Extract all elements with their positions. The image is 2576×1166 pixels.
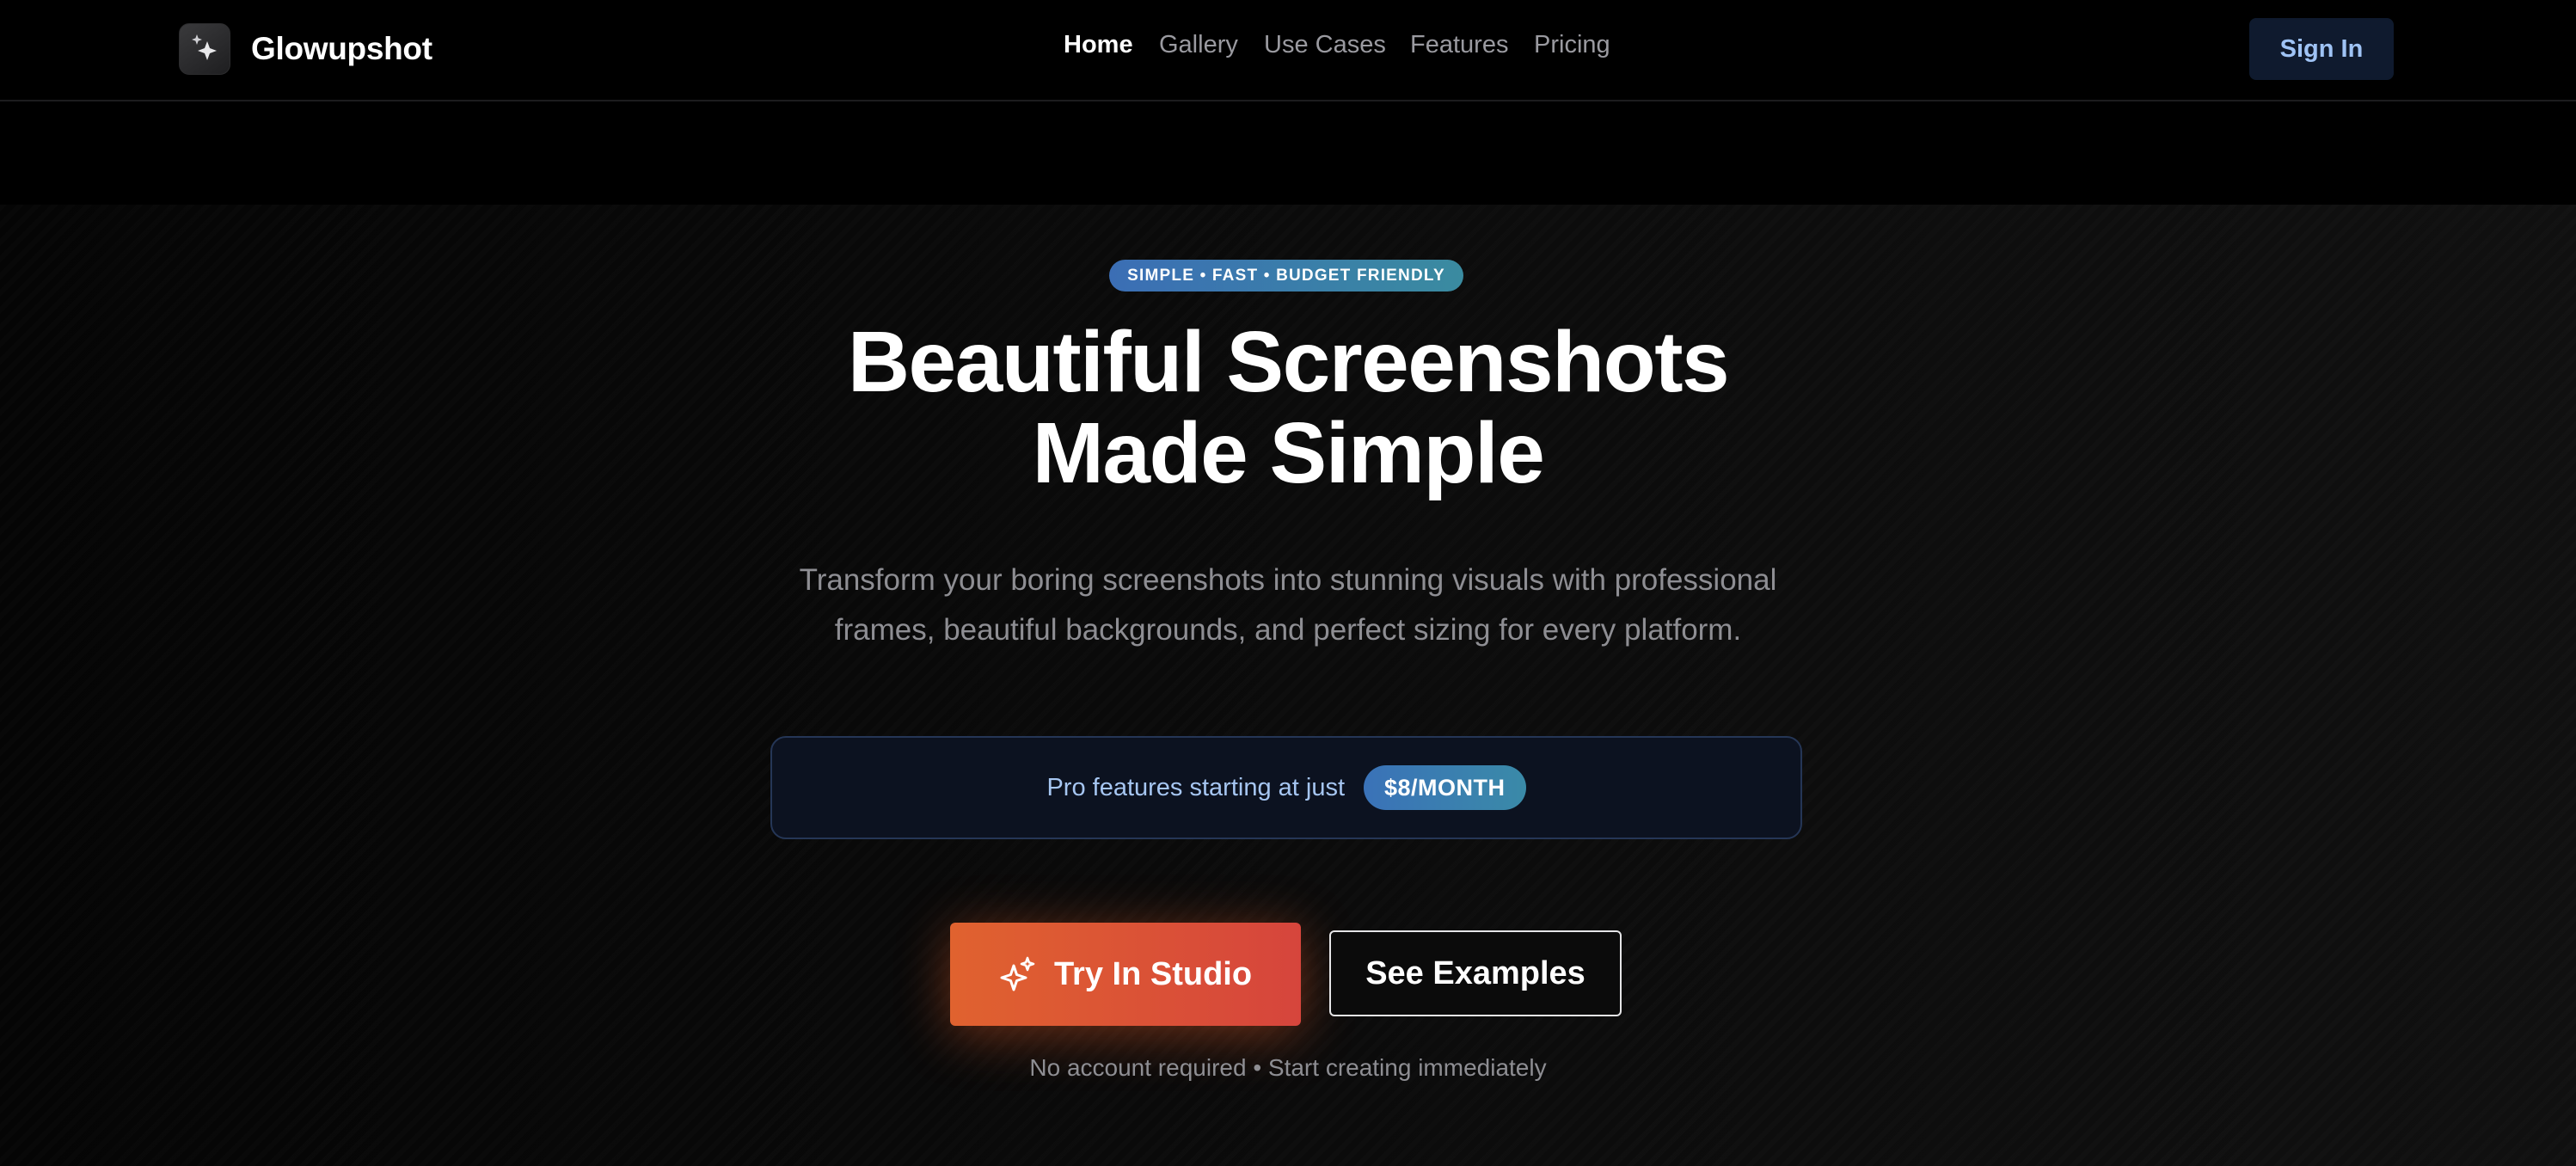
main-nav: Home Gallery Use Cases Features Pricing	[0, 31, 2576, 69]
pro-pricing-text: Pro features starting at just	[1046, 773, 1346, 801]
tagline-badge: SIMPLE • FAST • BUDGET FRIENDLY	[1109, 260, 1463, 292]
hero-subtitle: Transform your boring screenshots into s…	[757, 555, 1819, 655]
hero-subtitle-line-1: Transform your boring screenshots into s…	[799, 563, 1777, 597]
nav-item-pricing[interactable]: Pricing	[1534, 31, 1610, 59]
try-in-studio-button[interactable]: Try In Studio	[950, 923, 1301, 1026]
hero-subtitle-line-2: frames, beautiful backgrounds, and perfe…	[834, 613, 1742, 647]
see-examples-button[interactable]: See Examples	[1329, 930, 1622, 1016]
nav-item-features[interactable]: Features	[1410, 31, 1508, 59]
pro-price-badge: $8/MONTH	[1364, 765, 1526, 810]
hero-title-line-1: Beautiful Screenshots	[847, 314, 1730, 410]
sparkles-icon	[999, 955, 1037, 993]
landing-page: Glowupshot Home Gallery Use Cases Featur…	[0, 0, 2576, 1166]
try-in-studio-label: Try In Studio	[1053, 955, 1253, 992]
pro-pricing-banner: Pro features starting at just $8/MONTH	[770, 736, 1802, 839]
cta-note: No account required • Start creating imm…	[1029, 1054, 1547, 1081]
nav-item-use-cases[interactable]: Use Cases	[1264, 31, 1386, 59]
site-header: Glowupshot Home Gallery Use Cases Featur…	[0, 0, 2576, 101]
hero-top-band	[0, 101, 2576, 213]
nav-item-gallery[interactable]: Gallery	[1159, 31, 1238, 59]
hero-title: Beautiful Screenshots Made Simple	[0, 316, 2576, 499]
hero-title-line-2: Made Simple	[1032, 405, 1545, 501]
nav-item-home[interactable]: Home	[1064, 31, 1133, 59]
sign-in-button[interactable]: Sign In	[2249, 18, 2394, 80]
